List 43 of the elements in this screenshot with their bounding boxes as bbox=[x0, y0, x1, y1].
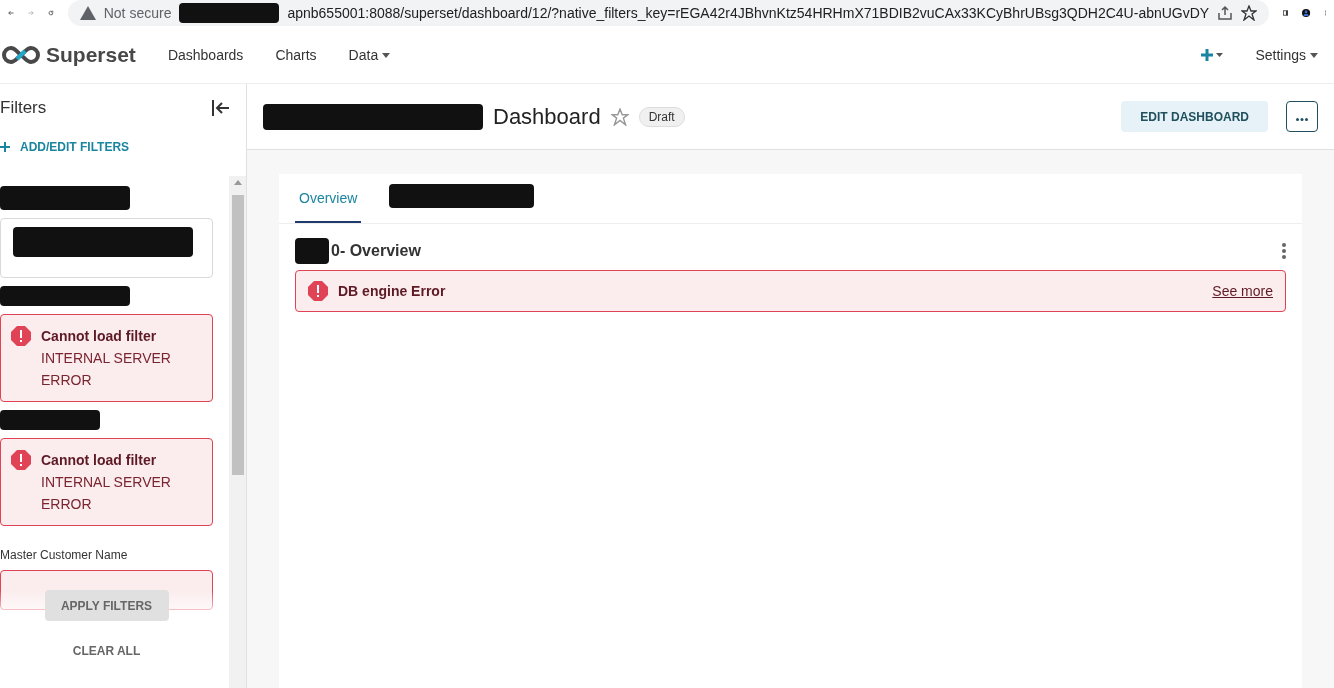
plus-icon bbox=[0, 142, 10, 152]
ellipsis-icon bbox=[1296, 118, 1308, 121]
status-tag: Draft bbox=[638, 106, 685, 127]
share-icon[interactable] bbox=[1217, 5, 1234, 21]
dashboard-title: Dashboard bbox=[493, 103, 601, 130]
error-message: INTERNAL SERVER ERROR bbox=[41, 473, 172, 514]
redaction-mark bbox=[295, 238, 329, 264]
nav-link[interactable]: Data bbox=[348, 46, 391, 63]
caret-icon bbox=[382, 53, 391, 59]
security-label: Not secure bbox=[103, 5, 172, 21]
settings-menu[interactable]: Settings bbox=[1255, 46, 1318, 63]
error-message: INTERNAL SERVER ERROR bbox=[41, 349, 172, 390]
nav-link[interactable]: Charts bbox=[275, 46, 317, 63]
scrollbar[interactable] bbox=[229, 176, 246, 688]
plus-icon[interactable] bbox=[1201, 48, 1224, 61]
apply-filters-button[interactable]: APPLY FILTERS bbox=[44, 590, 169, 621]
star-icon[interactable] bbox=[1241, 5, 1258, 21]
more-button[interactable] bbox=[1286, 101, 1318, 132]
select-field[interactable] bbox=[0, 218, 213, 278]
star-icon[interactable] bbox=[610, 107, 629, 126]
caret-icon bbox=[1310, 53, 1318, 59]
arrow-up-icon bbox=[233, 180, 242, 185]
warning-icon bbox=[79, 6, 96, 20]
logo-icon bbox=[0, 43, 42, 66]
kebab-menu-icon[interactable] bbox=[1282, 243, 1286, 259]
filters-title: Filters bbox=[0, 98, 47, 118]
error-icon bbox=[308, 281, 328, 301]
see-more-link[interactable]: See more bbox=[1212, 283, 1273, 299]
error-title: Cannot load filter bbox=[41, 451, 158, 470]
nav-link[interactable]: Dashboards bbox=[167, 46, 244, 63]
filter-label: Master Customer Name bbox=[0, 548, 129, 562]
edit-dashboard-button[interactable]: EDIT DASHBOARD bbox=[1121, 101, 1268, 132]
error-icon bbox=[11, 450, 31, 470]
collapse-icon[interactable] bbox=[212, 100, 230, 116]
error-title: Cannot load filter bbox=[41, 327, 158, 346]
clear-all-button[interactable]: CLEAR ALL bbox=[66, 643, 147, 659]
brand-name: Superset bbox=[46, 42, 136, 67]
error-title: DB engine Error bbox=[338, 283, 446, 299]
tab[interactable]: Overview bbox=[295, 174, 362, 223]
add-filters-link[interactable]: ADD/EDIT FILTERS bbox=[0, 140, 246, 154]
url-field[interactable]: apnb655001:8088/superset/dashboard/12/?native_filters_key=rEGA42r4JBhvnKtz54HRHmX71BDIB2vuCAx33KCyBhrUBsg3QDH2C4U-abnUGvDY bbox=[287, 5, 1210, 21]
error-icon bbox=[11, 326, 31, 346]
chart-title: 0- Overview bbox=[331, 242, 421, 260]
